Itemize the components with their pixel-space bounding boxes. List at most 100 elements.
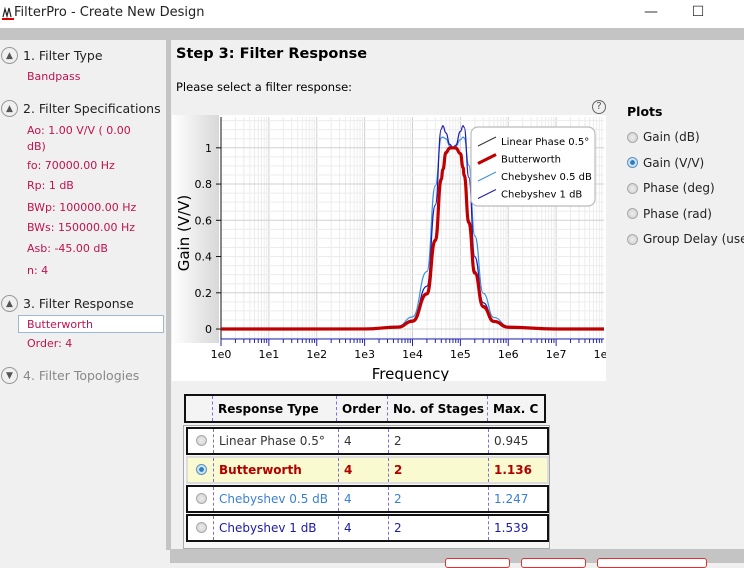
x-tick-label: 1e0 bbox=[211, 348, 232, 361]
table-row[interactable]: Butterworth 4 2 1.136 bbox=[186, 456, 549, 484]
cell-type: Butterworth bbox=[213, 458, 302, 482]
section-value: Bandpass bbox=[27, 70, 81, 83]
prompt-text: Please select a filter response: bbox=[176, 80, 353, 94]
header-max[interactable]: Max. C bbox=[487, 396, 538, 421]
plot-option[interactable]: Phase (deg) bbox=[627, 181, 715, 195]
sidebar-section-4[interactable]: ▼ 4. Filter Topologies bbox=[1, 367, 139, 384]
plot-option-label: Group Delay (usec) bbox=[643, 232, 744, 246]
section-value: Butterworth bbox=[27, 318, 93, 331]
row-radio[interactable] bbox=[196, 522, 207, 533]
sidebar-section-1[interactable]: ▲ 1. Filter Type bbox=[1, 47, 103, 64]
x-tick-label: 1e7 bbox=[546, 348, 567, 361]
cell-stages: 2 bbox=[388, 516, 402, 540]
radio-button[interactable] bbox=[627, 157, 638, 168]
cell-max: 1.247 bbox=[488, 487, 528, 511]
cell-max: 1.136 bbox=[488, 458, 532, 482]
sidebar-divider[interactable] bbox=[166, 40, 171, 550]
plot-option[interactable]: Gain (dB) bbox=[627, 130, 700, 144]
help-icon[interactable]: ? bbox=[592, 100, 606, 114]
section-label: 2. Filter Specifications bbox=[23, 101, 161, 116]
gain-chart: 1e0 1e1 1e2 1e3 1e4 1e5 1e6 1e7 1e8 0 0.2 0.4 0.6 0.8… bbox=[172, 115, 614, 383]
section-value: BWs: 150000.00 Hz bbox=[27, 221, 135, 234]
finish-button[interactable] bbox=[597, 558, 707, 568]
plot-option-label: Phase (deg) bbox=[643, 181, 715, 195]
radio-button[interactable] bbox=[627, 131, 638, 143]
cell-type: Chebyshev 0.5 dB bbox=[213, 487, 328, 511]
chevron-up-icon[interactable]: ▲ bbox=[1, 295, 18, 312]
section-value: dB) bbox=[27, 140, 46, 153]
row-radio[interactable] bbox=[196, 464, 207, 475]
cell-stages: 2 bbox=[388, 487, 402, 511]
response-table: Linear Phase 0.5° 4 2 0.945 Butterworth … bbox=[183, 425, 550, 549]
plot-option[interactable]: Gain (V/V) bbox=[627, 156, 704, 170]
y-tick-label: 0.8 bbox=[195, 178, 213, 191]
cell-type: Linear Phase 0.5° bbox=[213, 429, 325, 453]
chevron-up-icon[interactable]: ▲ bbox=[1, 47, 18, 64]
window-title: FilterPro - Create New Design bbox=[14, 5, 205, 20]
table-header: Response Type Order No. of Stages Max. C bbox=[184, 394, 546, 423]
section-value: BWp: 100000.00 Hz bbox=[27, 201, 137, 214]
legend-label: Chebyshev 0.5 dB bbox=[501, 172, 592, 183]
cell-max: 0.945 bbox=[488, 429, 528, 453]
cell-stages: 2 bbox=[388, 429, 402, 453]
section-label: 3. Filter Response bbox=[23, 296, 134, 311]
cell-order: 4 bbox=[338, 516, 352, 540]
radio-button[interactable] bbox=[627, 182, 638, 194]
legend-label: Chebyshev 1 dB bbox=[501, 190, 582, 201]
radio-button[interactable] bbox=[627, 208, 638, 219]
y-tick-label: 0.6 bbox=[195, 214, 213, 227]
x-tick-label: 1e5 bbox=[450, 348, 471, 361]
section-value: n: 4 bbox=[27, 264, 49, 277]
x-tick-label: 1e6 bbox=[498, 348, 519, 361]
section-value: Order: 4 bbox=[27, 337, 73, 350]
plots-heading: Plots bbox=[627, 104, 663, 119]
cell-type: Chebyshev 1 dB bbox=[213, 516, 317, 540]
cell-order: 4 bbox=[338, 429, 352, 453]
cell-stages: 2 bbox=[388, 458, 402, 482]
sidebar-section-3[interactable]: ▲ 3. Filter Response bbox=[1, 295, 134, 312]
section-value: Ao: 1.00 V/V ( 0.00 bbox=[27, 124, 131, 137]
chevron-down-icon[interactable]: ▼ bbox=[1, 367, 18, 384]
header-order[interactable]: Order bbox=[336, 396, 381, 421]
cell-order: 4 bbox=[338, 487, 352, 511]
page-title: Step 3: Filter Response bbox=[176, 46, 368, 62]
plot-option-label: Gain (dB) bbox=[643, 130, 700, 144]
row-radio[interactable] bbox=[196, 435, 207, 446]
x-tick-label: 1e8 bbox=[594, 348, 606, 361]
section-value: fo: 70000.00 Hz bbox=[27, 159, 115, 172]
maximize-icon[interactable]: ☐ bbox=[688, 4, 708, 22]
plot-option[interactable]: Group Delay (usec) bbox=[627, 232, 744, 246]
plot-option[interactable]: Phase (rad) bbox=[627, 207, 712, 221]
x-tick-label: 1e2 bbox=[306, 348, 327, 361]
plot-option-label: Phase (rad) bbox=[643, 206, 712, 221]
chevron-up-icon[interactable]: ▲ bbox=[1, 100, 18, 117]
legend-label: Butterworth bbox=[501, 155, 561, 166]
app-icon bbox=[2, 6, 14, 20]
cell-order: 4 bbox=[338, 458, 352, 482]
header-stages[interactable]: No. of Stages bbox=[387, 396, 484, 421]
section-value: Rp: 1 dB bbox=[27, 179, 74, 192]
x-tick-label: 1e4 bbox=[402, 348, 423, 361]
back-button[interactable] bbox=[445, 558, 510, 568]
y-tick-label: 0.4 bbox=[195, 251, 213, 264]
table-row[interactable]: Chebyshev 0.5 dB 4 2 1.247 bbox=[186, 485, 549, 513]
row-radio[interactable] bbox=[196, 493, 207, 504]
legend-label: Linear Phase 0.5° bbox=[501, 137, 589, 148]
table-row[interactable]: Chebyshev 1 dB 4 2 1.539 bbox=[186, 514, 549, 542]
x-axis-label: Frequency bbox=[372, 365, 450, 381]
x-tick-label: 1e3 bbox=[354, 348, 375, 361]
x-tick-label: 1e1 bbox=[258, 348, 279, 361]
sidebar-section-2[interactable]: ▲ 2. Filter Specifications bbox=[1, 100, 161, 117]
next-button[interactable] bbox=[521, 558, 586, 568]
minimize-icon[interactable]: — bbox=[641, 4, 661, 22]
section-value: Asb: -45.00 dB bbox=[27, 242, 108, 255]
table-row[interactable]: Linear Phase 0.5° 4 2 0.945 bbox=[186, 427, 549, 455]
y-tick-label: 0.2 bbox=[195, 287, 213, 300]
plot-option-label: Gain (V/V) bbox=[643, 155, 705, 170]
header-response-type[interactable]: Response Type bbox=[212, 396, 319, 421]
toolbar-strip bbox=[0, 28, 744, 40]
section-label: 4. Filter Topologies bbox=[23, 368, 140, 383]
y-tick-label: 1 bbox=[205, 142, 212, 155]
y-axis-label: Gain (V/V) bbox=[175, 195, 193, 272]
radio-button[interactable] bbox=[627, 233, 638, 245]
